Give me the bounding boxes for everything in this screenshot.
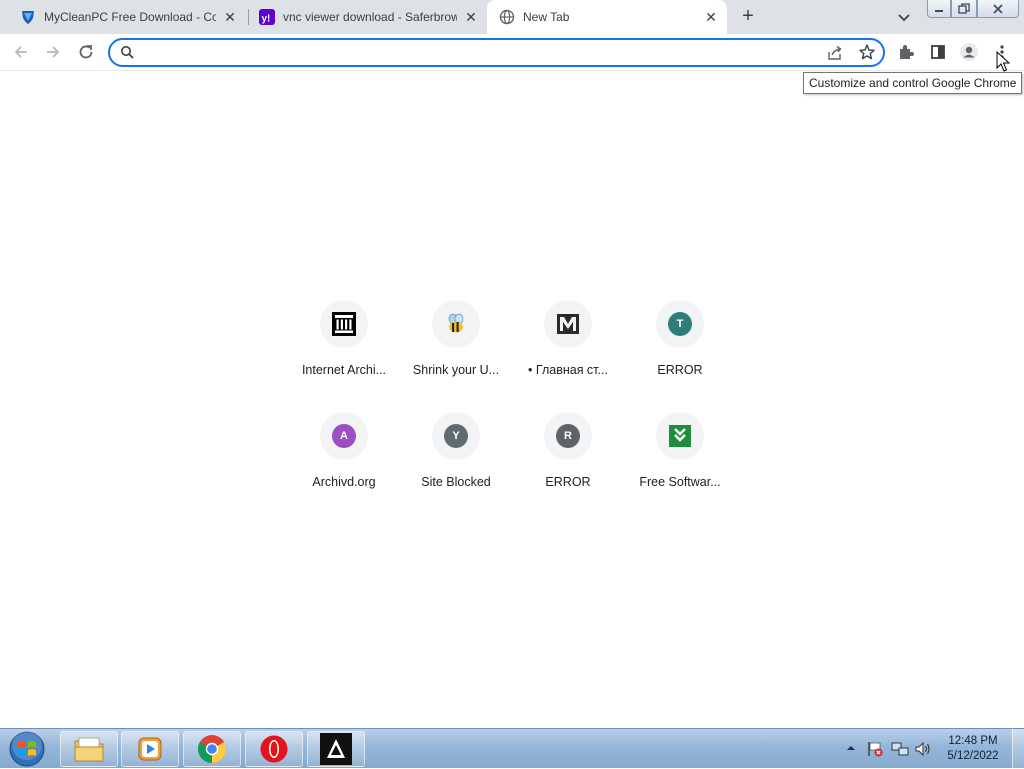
- minimize-button[interactable]: [927, 0, 951, 18]
- tab-title: MyCleanPC Free Download - Com: [44, 10, 216, 24]
- taskbar-file-explorer[interactable]: [60, 731, 118, 767]
- volume-icon[interactable]: [914, 740, 932, 758]
- shortcut-tile[interactable]: • Главная ст...: [512, 300, 624, 412]
- puzzle-piece-icon: [900, 45, 914, 59]
- clock-date: 5/12/2022: [947, 750, 999, 762]
- tab-close-icon[interactable]: ✕: [222, 9, 238, 25]
- shortcut-icon-circle: [432, 300, 480, 348]
- letter-avatar-icon: A: [332, 424, 356, 448]
- taskbar-opera[interactable]: [245, 731, 303, 767]
- search-icon: [121, 46, 134, 59]
- share-icon[interactable]: [826, 44, 844, 62]
- reload-icon: [79, 45, 93, 59]
- side-panel-button[interactable]: [924, 38, 952, 66]
- opera-icon: [260, 735, 288, 763]
- tab-new-tab[interactable]: New Tab ✕: [487, 0, 727, 34]
- restore-button[interactable]: [951, 0, 977, 18]
- restore-icon: [958, 2, 970, 14]
- shortcut-icon-circle: [320, 300, 368, 348]
- chrome-icon: [198, 735, 226, 763]
- tooltip: Customize and control Google Chrome: [803, 72, 1023, 94]
- shortcut-label: Internet Archi...: [301, 363, 387, 377]
- address-bar[interactable]: [108, 38, 885, 67]
- taskbar-chrome[interactable]: [183, 731, 241, 767]
- shortcut-tile[interactable]: Y Site Blocked: [400, 412, 512, 524]
- network-icon[interactable]: [891, 740, 909, 758]
- clock-time: 12:48 PM: [948, 735, 998, 747]
- window-close-button[interactable]: [977, 0, 1019, 18]
- mouse-cursor-icon: [996, 51, 1010, 72]
- profile-avatar-icon: [960, 43, 978, 61]
- shortcut-label: ERROR: [545, 475, 591, 489]
- shortcut-label: Shrink your U...: [412, 363, 500, 377]
- shield-favicon-icon: [22, 11, 34, 24]
- tab-mycleanpc[interactable]: MyCleanPC Free Download - Com ✕: [0, 0, 246, 34]
- letter-avatar-icon: Y: [444, 424, 468, 448]
- show-hidden-icons-chevron-up-icon[interactable]: [845, 743, 857, 753]
- back-button[interactable]: [7, 38, 35, 66]
- tab-close-icon[interactable]: ✕: [703, 9, 719, 25]
- forward-arrow-icon: [47, 46, 60, 58]
- start-button[interactable]: [4, 730, 50, 768]
- taskbar-media-player[interactable]: [121, 731, 179, 767]
- shortcut-tile[interactable]: A Archivd.org: [288, 412, 400, 524]
- shortcut-icon-circle: T: [656, 300, 704, 348]
- letter-avatar-icon: R: [556, 424, 580, 448]
- svg-text:y!: y!: [262, 14, 271, 25]
- reload-button[interactable]: [72, 38, 100, 66]
- side-panel-icon: [931, 45, 945, 59]
- show-desktop-button[interactable]: [1012, 729, 1024, 769]
- bee-icon: [448, 313, 464, 333]
- shortcut-icon-circle: [544, 300, 592, 348]
- tab-title: New Tab: [523, 10, 570, 24]
- avast-secureline-icon: [320, 733, 352, 765]
- shortcut-icon-circle: Y: [432, 412, 480, 460]
- letter-m-icon: [557, 314, 579, 334]
- download-arrows-icon: [669, 425, 691, 447]
- shortcut-tile[interactable]: T ERROR: [624, 300, 736, 412]
- forward-button[interactable]: [39, 38, 67, 66]
- shortcut-icon-circle: [656, 412, 704, 460]
- globe-icon: [499, 9, 515, 25]
- file-explorer-icon: [74, 737, 104, 762]
- address-input[interactable]: [140, 44, 820, 62]
- shortcut-icon-circle: R: [544, 412, 592, 460]
- bookmark-star-icon[interactable]: [858, 43, 876, 61]
- letter-avatar-icon: T: [668, 312, 692, 336]
- close-icon: [993, 3, 1003, 14]
- shortcut-tile[interactable]: Shrink your U...: [400, 300, 512, 412]
- back-arrow-icon: [14, 46, 27, 58]
- action-center-flag-icon[interactable]: [866, 740, 884, 758]
- tab-title: vnc viewer download - Saferbrowser: [283, 10, 457, 24]
- shortcut-tile[interactable]: Free Softwar...: [624, 412, 736, 524]
- minimize-icon: [935, 9, 943, 12]
- shortcut-label: Free Softwar...: [639, 475, 721, 489]
- shortcut-label: Site Blocked: [421, 475, 491, 489]
- windows-taskbar: 12:48 PM 5/12/2022: [0, 728, 1024, 769]
- browser-toolbar: [0, 34, 1024, 71]
- shortcut-label: ERROR: [657, 363, 703, 377]
- media-player-icon: [138, 737, 162, 761]
- yahoo-favicon-icon: y!: [259, 9, 275, 25]
- taskbar-avast-secureline[interactable]: [307, 731, 365, 767]
- tab-close-icon[interactable]: ✕: [463, 9, 479, 25]
- shortcut-tile[interactable]: R ERROR: [512, 412, 624, 524]
- windows-logo-icon: [9, 731, 45, 767]
- taskbar-clock[interactable]: 12:48 PM 5/12/2022: [940, 734, 1006, 764]
- internet-archive-icon: [332, 312, 356, 336]
- shortcut-label: • Главная ст...: [528, 363, 608, 377]
- chevron-down-icon[interactable]: [893, 6, 915, 28]
- tab-vnc-viewer[interactable]: y! vnc viewer download - Saferbrowser ✕: [239, 0, 487, 34]
- tab-strip: MyCleanPC Free Download - Com ✕ y! vnc v…: [0, 0, 1024, 34]
- shortcut-tile[interactable]: Internet Archi...: [288, 300, 400, 412]
- extensions-button[interactable]: [892, 38, 920, 66]
- profile-button[interactable]: [955, 38, 983, 66]
- shortcut-label: Archivd.org: [312, 475, 376, 489]
- new-tab-button[interactable]: +: [736, 5, 760, 29]
- shortcut-icon-circle: A: [320, 412, 368, 460]
